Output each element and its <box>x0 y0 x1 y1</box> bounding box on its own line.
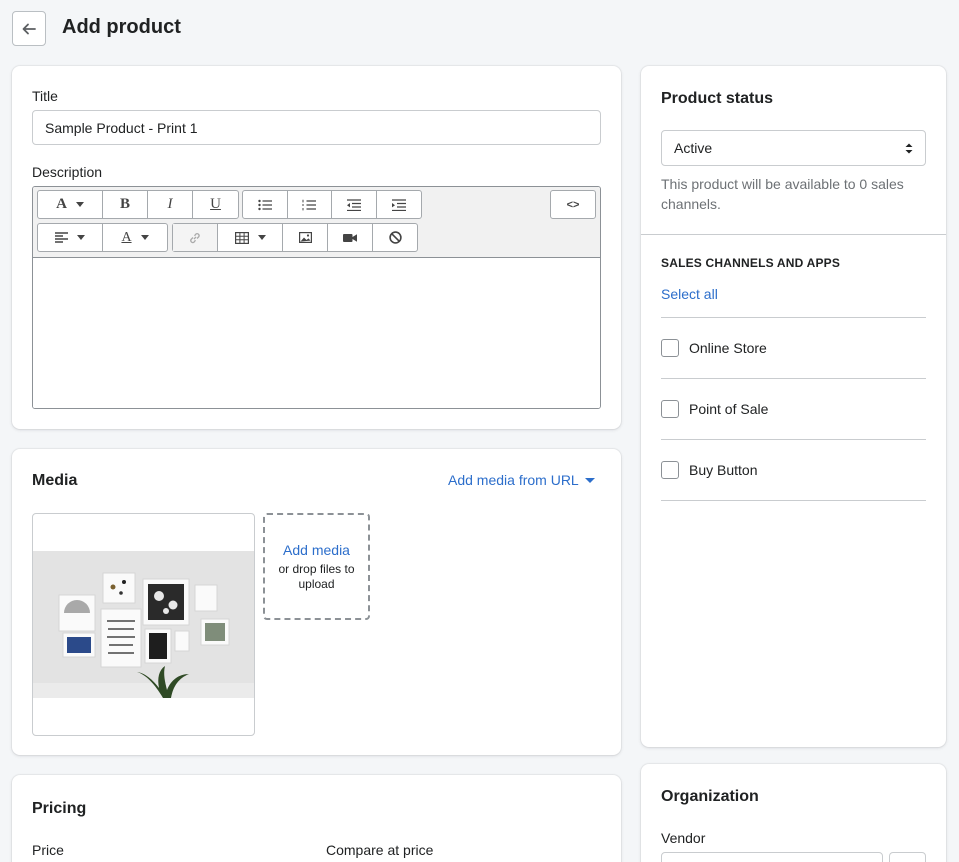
title-label: Title <box>32 88 58 104</box>
sales-channels-heading: SALES CHANNELS AND APPS <box>661 256 841 270</box>
indent-icon[interactable] <box>377 191 421 218</box>
link-icon[interactable] <box>173 224 218 251</box>
media-thumbnail[interactable] <box>32 513 255 736</box>
select-all-link[interactable]: Select all <box>661 286 718 302</box>
bold-label: B <box>119 196 130 212</box>
buy-button-checkbox[interactable] <box>661 461 679 479</box>
clear-formatting-icon[interactable] <box>373 224 417 251</box>
status-help-text: This product will be available to 0 sale… <box>661 176 904 212</box>
align-icon[interactable] <box>38 224 103 251</box>
page-title: Add product <box>62 16 181 38</box>
description-label: Description <box>32 164 103 180</box>
code-label: <> <box>566 198 580 211</box>
product-image <box>33 551 254 698</box>
toolbar-group-text-style: A B I U <box>37 190 239 219</box>
add-media-dropzone[interactable]: Add media or drop files to upload <box>263 513 370 620</box>
vendor-label: Vendor <box>661 830 706 846</box>
description-textarea[interactable] <box>33 258 600 408</box>
price-label: Price <box>32 842 64 858</box>
media-card: Media Add media from URL Add media or dr… <box>12 449 621 755</box>
product-status-card: Product status Active This product will … <box>641 66 946 747</box>
bullet-list-icon[interactable] <box>243 191 288 218</box>
font-style-label: A <box>56 196 67 212</box>
pricing-title: Pricing <box>32 800 87 817</box>
status-select[interactable]: Active <box>661 130 926 166</box>
media-title: Media <box>32 472 78 489</box>
add-media-link[interactable]: Add media <box>265 542 368 558</box>
text-color-label: A <box>121 229 132 245</box>
compare-price-label: Compare at price <box>326 842 434 858</box>
underline-label: U <box>210 196 221 212</box>
channel-buy-button[interactable]: Buy Button <box>661 440 926 500</box>
add-media-from-url-link[interactable]: Add media from URL <box>448 472 595 488</box>
font-style-icon[interactable]: A <box>38 191 103 218</box>
table-icon[interactable] <box>218 224 283 251</box>
image-icon[interactable] <box>283 224 328 251</box>
title-input[interactable]: Sample Product - Print 1 <box>32 110 601 145</box>
channel-online-store[interactable]: Online Store <box>661 318 926 378</box>
bold-icon[interactable]: B <box>103 191 148 218</box>
select-arrows-icon <box>905 143 913 153</box>
organization-card: Organization Vendor <box>641 764 946 862</box>
html-code-icon[interactable]: <> <box>551 191 595 218</box>
editor-toolbar: A B I U <> A <box>33 187 600 258</box>
numbered-list-icon[interactable] <box>288 191 332 218</box>
organization-title: Organization <box>661 788 759 805</box>
outdent-icon[interactable] <box>332 191 377 218</box>
online-store-label: Online Store <box>689 340 767 356</box>
caret-down-icon <box>584 477 595 483</box>
point-of-sale-label: Point of Sale <box>689 401 769 417</box>
arrow-left-icon <box>22 23 36 34</box>
point-of-sale-checkbox[interactable] <box>661 400 679 418</box>
buy-button-label: Buy Button <box>689 462 758 478</box>
product-status-title: Product status <box>661 90 774 107</box>
vendor-input[interactable] <box>661 852 883 862</box>
status-select-value: Active <box>674 140 713 156</box>
vendor-add-button[interactable] <box>889 852 926 862</box>
toolbar-group-lists <box>242 190 422 219</box>
toolbar-group-insert <box>172 223 418 252</box>
channel-point-of-sale[interactable]: Point of Sale <box>661 379 926 439</box>
online-store-checkbox[interactable] <box>661 339 679 357</box>
toolbar-group-code: <> <box>550 190 596 219</box>
add-media-from-url-label: Add media from URL <box>448 472 579 488</box>
description-editor: A B I U <> A <box>32 186 601 409</box>
section-divider <box>641 234 946 235</box>
underline-icon[interactable]: U <box>193 191 238 218</box>
channel-divider <box>661 500 926 501</box>
pricing-card: Pricing Price Compare at price <box>12 775 621 862</box>
text-color-icon[interactable]: A <box>103 224 167 251</box>
italic-icon[interactable]: I <box>148 191 193 218</box>
italic-label: I <box>167 196 173 212</box>
product-details-card: Title Sample Product - Print 1 Descripti… <box>12 66 621 429</box>
drop-hint: or drop files to upload <box>278 562 355 591</box>
back-button[interactable] <box>12 11 46 46</box>
toolbar-group-format: A <box>37 223 168 252</box>
video-icon[interactable] <box>328 224 373 251</box>
